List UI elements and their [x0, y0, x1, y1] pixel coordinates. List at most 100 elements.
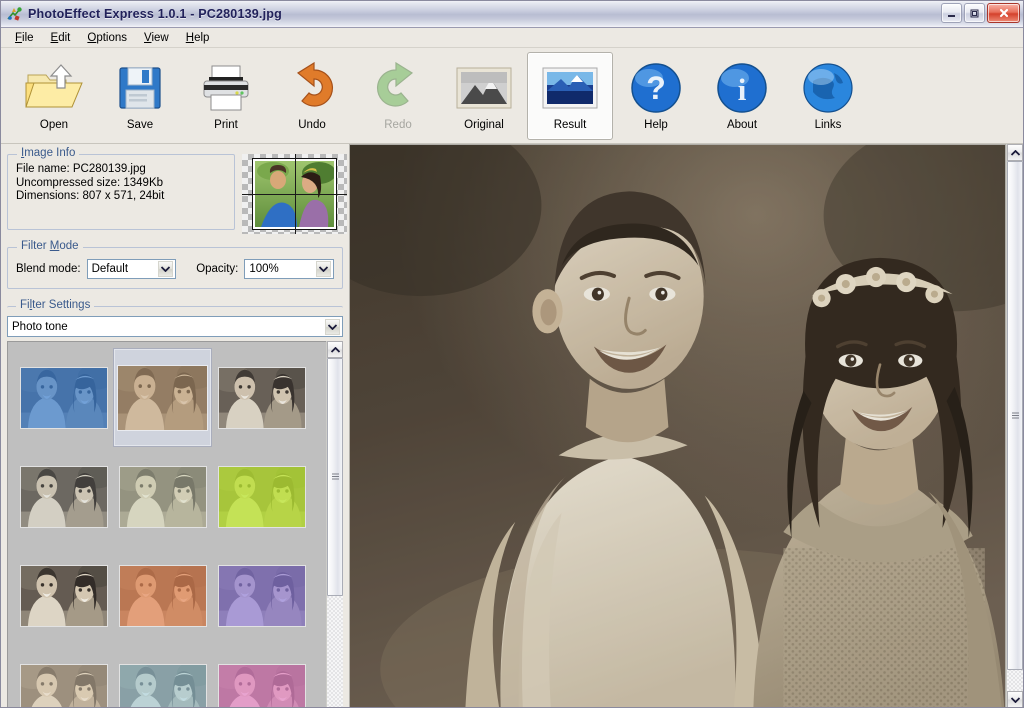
opacity-label: Opacity: [196, 263, 239, 275]
printer-icon [195, 59, 257, 117]
blend-mode-value: Default [91, 263, 129, 275]
blend-mode-label: Blend mode: [16, 263, 81, 275]
menu-bar: File Edit Options View Help [1, 28, 1023, 48]
filter-thumbnail-cell[interactable] [14, 645, 113, 707]
result-image-canvas[interactable] [349, 144, 1006, 707]
help-button-label: Help [644, 119, 668, 131]
image-info-dimensions: Dimensions: 807 x 571, 24bit [16, 190, 165, 202]
globe-icon [797, 59, 859, 117]
navigator-thumbnail[interactable] [242, 154, 347, 234]
thumbnail-row [14, 348, 326, 447]
filter-thumbnail-cell[interactable] [212, 546, 311, 645]
menu-item-file[interactable]: File [7, 30, 43, 46]
filter-thumbnail-cell[interactable] [212, 348, 311, 447]
thumbnail-row [14, 645, 326, 707]
filter-thumbnail-cell[interactable] [212, 645, 311, 707]
image-info-size: Uncompressed size: 1349Kb [16, 176, 164, 189]
chevron-down-icon[interactable] [314, 260, 332, 278]
filter-thumbnail-olive-tone[interactable] [118, 465, 207, 528]
result-button-label: Result [553, 119, 587, 131]
question-mark-icon: ? [625, 59, 687, 117]
window-controls [941, 3, 1020, 23]
menu-item-help[interactable]: Help [178, 30, 219, 46]
menu-item-edit[interactable]: Edit [43, 30, 80, 46]
filter-thumbnail-cell[interactable] [113, 447, 212, 546]
close-button[interactable] [987, 3, 1020, 23]
redo-arrow-icon [367, 59, 429, 117]
filter-thumbnail-blue-tone[interactable] [19, 366, 108, 429]
canvas-scrollbar[interactable] [1006, 144, 1023, 707]
chevron-up-icon[interactable] [327, 341, 343, 358]
filter-thumbnail-cell[interactable] [14, 447, 113, 546]
thumbnail-scrollbar[interactable] [326, 341, 343, 707]
filter-thumbnail-plain-gray[interactable] [19, 564, 108, 627]
canvas-scrollbar-thumb[interactable] [1007, 161, 1023, 670]
image-info-legend: Image Info [17, 147, 80, 159]
image-info-filename: File name: PC280139.jpg [16, 163, 146, 175]
filter-thumbnail-neutral-gray[interactable] [217, 366, 306, 429]
chevron-up-icon[interactable] [1007, 144, 1023, 161]
chevron-down-icon[interactable] [1007, 691, 1023, 707]
filter-thumbnail-cell[interactable] [14, 348, 113, 447]
filter-thumbnail-orange-coral[interactable] [118, 564, 207, 627]
filter-thumbnail-cell[interactable] [113, 645, 212, 707]
navigator-crosshair-horizontal [242, 194, 347, 195]
save-button[interactable]: Save [97, 52, 183, 140]
result-button[interactable]: Result [527, 52, 613, 140]
redo-button: Redo [355, 52, 441, 140]
svg-text:i: i [738, 72, 747, 107]
filter-thumbnail-magenta-pink[interactable] [217, 663, 306, 707]
original-button[interactable]: Original [441, 52, 527, 140]
links-button[interactable]: Links [785, 52, 871, 140]
filter-type-select[interactable]: Photo tone [7, 316, 343, 337]
filter-thumbnail-sepia-tone[interactable] [117, 364, 208, 431]
redo-button-label: Redo [384, 119, 412, 131]
filter-type-value: Photo tone [12, 320, 68, 333]
chevron-down-icon[interactable] [157, 260, 175, 278]
print-button[interactable]: Print [183, 52, 269, 140]
filter-settings-group: Filter Settings Photo tone [7, 299, 343, 707]
undo-button[interactable]: Undo [269, 52, 355, 140]
left-panel: Image Info File name: PC280139.jpg Uncom… [1, 144, 349, 707]
save-button-label: Save [126, 119, 154, 131]
filter-thumbnail-beige-tone[interactable] [19, 663, 108, 707]
image-info-group: Image Info File name: PC280139.jpg Uncom… [7, 147, 235, 230]
main-body: Image Info File name: PC280139.jpg Uncom… [1, 144, 1023, 707]
image-info-section: Image Info File name: PC280139.jpg Uncom… [1, 147, 349, 234]
help-button[interactable]: ? Help [613, 52, 699, 140]
minimize-button[interactable] [941, 3, 962, 23]
blend-mode-select[interactable]: Default [86, 259, 177, 279]
print-button-label: Print [214, 119, 238, 131]
filter-thumbnail-cell[interactable] [212, 447, 311, 546]
original-photo-icon [453, 59, 515, 117]
restore-button[interactable] [964, 3, 985, 23]
about-button[interactable]: i About [699, 52, 785, 140]
filter-mode-legend: Filter Mode [17, 240, 83, 252]
floppy-disk-icon [109, 59, 171, 117]
title-bar[interactable]: PhotoEffect Express 1.0.1 - PC280139.jpg [1, 1, 1023, 28]
undo-arrow-icon [281, 59, 343, 117]
thumbnail-scrollbar-track[interactable] [327, 358, 343, 707]
opacity-value: 100% [249, 263, 279, 275]
open-button[interactable]: Open [11, 52, 97, 140]
filter-thumbnail-cell[interactable] [113, 348, 212, 447]
result-photo [350, 145, 1005, 707]
original-button-label: Original [464, 119, 504, 131]
filter-thumbnail-cell[interactable] [113, 546, 212, 645]
filter-thumbnail-cool-gray[interactable] [19, 465, 108, 528]
opacity-select[interactable]: 100% [244, 259, 334, 279]
chevron-down-icon[interactable] [324, 317, 341, 336]
menu-item-view[interactable]: View [136, 30, 178, 46]
info-icon: i [711, 59, 773, 117]
filter-thumbnail-lime-green[interactable] [217, 465, 306, 528]
thumbnail-scrollbar-thumb[interactable] [327, 358, 343, 596]
filter-thumbnail-cyan-tone[interactable] [118, 663, 207, 707]
grip-icon [331, 473, 339, 480]
filter-thumbnail-grid[interactable] [7, 341, 326, 707]
filter-thumbnail-cell[interactable] [14, 546, 113, 645]
undo-button-label: Undo [298, 119, 326, 131]
canvas-scrollbar-track[interactable] [1007, 161, 1023, 691]
photoeffect-logo-icon[interactable] [6, 6, 23, 23]
filter-thumbnail-violet-tone[interactable] [217, 564, 306, 627]
menu-item-options[interactable]: Options [79, 30, 136, 46]
